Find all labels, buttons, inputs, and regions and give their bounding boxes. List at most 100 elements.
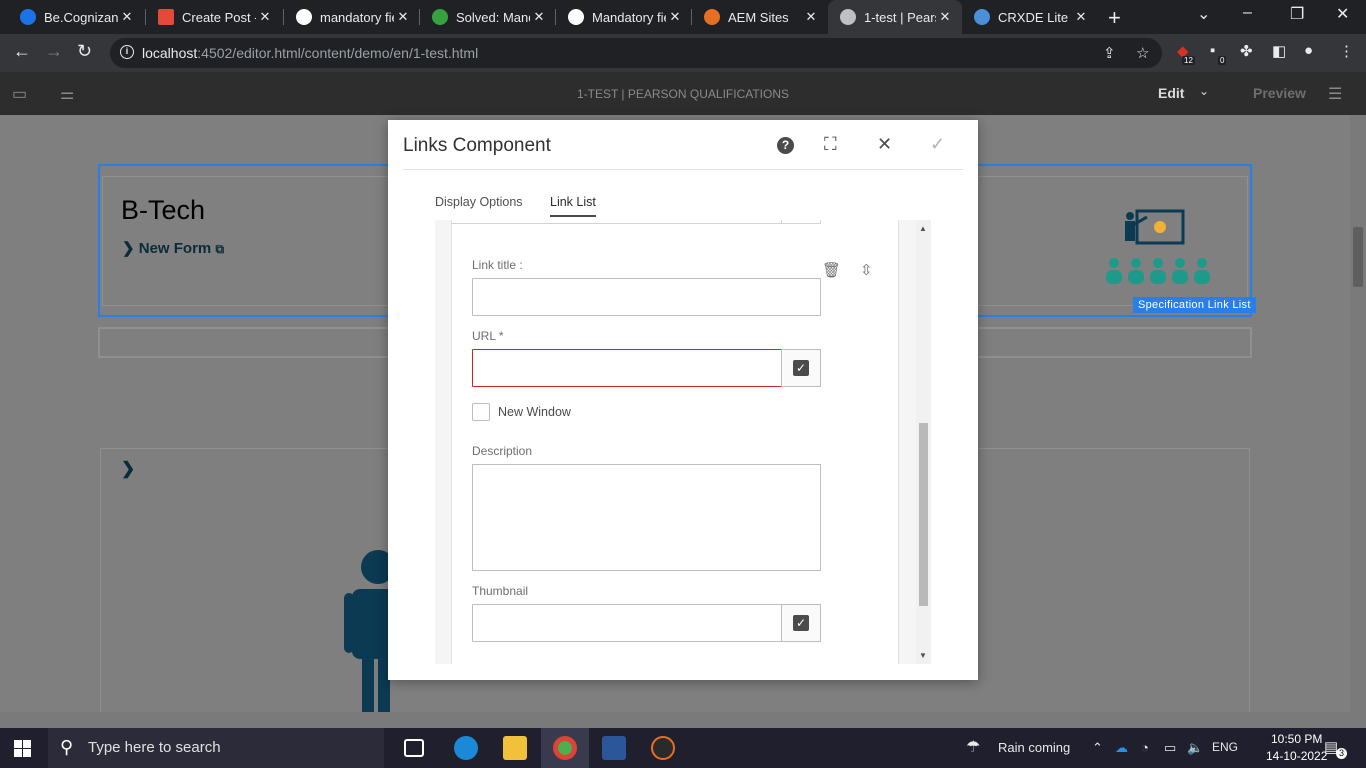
new-window-checkbox[interactable] [472,403,490,421]
chrome-menu-icon[interactable]: ⋮ [1339,42,1354,60]
community-favicon-icon [432,9,448,25]
browser-tab[interactable]: CRXDE Lite ✕ [962,0,1098,34]
adobe-favicon-icon [158,9,174,25]
forward-icon[interactable]: → [45,41,63,62]
tab-link-list[interactable]: Link List [550,195,596,217]
thumbnail-label: Thumbnail [472,584,529,598]
reload-icon[interactable]: ↻ [77,41,92,62]
chevron-right-icon: ❯ [121,459,136,478]
browser-toolbar: ← → ↻ i localhost:4502/editor.html/conte… [0,34,1366,72]
close-tab-icon[interactable]: ✕ [118,9,136,25]
annotate-icon[interactable]: ☰ [1328,84,1342,104]
link-title-label: Link title : [472,258,523,272]
page-heading: B-Tech [121,195,206,225]
search-icon: ⚲ [60,737,74,757]
share-icon[interactable]: ⇪ [1103,44,1116,62]
url-input[interactable] [472,349,782,387]
page-scrollbar[interactable] [1350,115,1366,712]
close-tab-icon[interactable]: ✕ [1072,9,1090,25]
done-check-icon[interactable]: ✓ [930,134,945,155]
back-icon[interactable]: ← [13,41,31,62]
language-indicator[interactable]: ENG [1212,740,1238,754]
description-textarea[interactable] [472,464,821,571]
globe-favicon-icon [840,9,856,25]
aem-app-icon[interactable] [651,736,675,760]
close-tab-icon[interactable]: ✕ [394,9,412,25]
onedrive-cloud-icon[interactable]: ☁ [1115,740,1128,756]
word-icon[interactable] [602,736,626,760]
edge-icon[interactable] [454,736,478,760]
reorder-handle-icon[interactable]: ⇳ [860,261,873,279]
minimize-icon[interactable]: – [1243,4,1252,22]
weather-umbrella-icon[interactable]: ☂ [966,737,980,757]
extension-icon[interactable]: ▪ [1210,42,1215,59]
thumbnail-picker-button[interactable]: ✓ [781,604,821,642]
battery-icon[interactable]: ▭ [1164,740,1176,756]
checkbox-icon: ✓ [793,360,809,376]
dialog-title: Links Component [403,135,551,156]
task-view-icon[interactable] [404,739,424,757]
extension-badge: 0 [1218,56,1227,65]
windows-taskbar: ⚲ Type here to search ☂ Rain coming ⌃ ☁ … [0,728,1366,768]
thumbnail-input[interactable] [472,604,782,642]
show-hidden-icons-icon[interactable]: ⌃ [1092,740,1103,756]
dialog-scrollbar[interactable]: ▲ ▼ [916,220,931,664]
chrome-icon[interactable] [553,736,577,760]
delete-icon[interactable]: 🗑 [822,261,841,279]
tab-search-icon[interactable]: ⌄ [1197,4,1210,24]
notification-count: 3 [1336,748,1347,759]
close-icon[interactable]: ✕ [877,134,892,155]
close-window-icon[interactable]: ✕ [1336,4,1349,24]
links-component-dialog: Links Component ? ⛶ ✕ ✓ Display Options … [388,120,978,680]
close-tab-icon[interactable]: ✕ [666,9,684,25]
weather-text[interactable]: Rain coming [998,740,1070,755]
fullscreen-icon[interactable]: ⛶ [824,134,837,155]
google-favicon-icon [296,9,312,25]
clock[interactable]: 10:50 PM 14-10-2022 [1266,731,1327,765]
close-tab-icon[interactable]: ✕ [936,9,954,25]
aem-editor-bar: ▭ ⚌ 1-TEST | PEARSON QUALIFICATIONS Edit… [0,72,1366,115]
close-tab-icon[interactable]: ✕ [802,9,820,25]
github-favicon-icon [568,9,584,25]
scroll-up-icon[interactable]: ▲ [919,224,927,233]
browser-tab[interactable]: Solved: Mand ✕ [420,0,556,34]
url-label: URL * [472,329,504,343]
profile-icon[interactable]: ● [1304,42,1313,59]
link-title-input[interactable] [472,278,821,316]
volume-icon[interactable]: 🔈 [1187,740,1203,756]
new-form-link[interactable]: ❯ New Form ⧉ [122,239,224,257]
help-icon[interactable]: ? [777,137,794,154]
extensions-puzzle-icon[interactable]: ✤ [1240,42,1253,60]
address-bar[interactable]: i localhost:4502/editor.html/content/dem… [110,38,1162,68]
browser-tab[interactable]: Create Post - ✕ [146,0,282,34]
new-window-label: New Window [498,405,571,419]
url-path: :4502/editor.html/content/demo/en/1-test… [197,45,479,61]
page-horizontal-scrollbar[interactable] [0,712,1366,728]
browser-tab-active[interactable]: 1-test | Pearso ✕ [828,0,962,34]
close-tab-icon[interactable]: ✕ [256,9,274,25]
url-picker-button[interactable]: ✓ [781,349,821,387]
preview-button[interactable]: Preview [1253,85,1306,101]
taskbar-search[interactable]: ⚲ Type here to search [48,728,384,768]
crxde-favicon-icon [974,9,990,25]
chevron-down-icon[interactable]: ⌄ [1199,84,1209,98]
site-info-icon[interactable]: i [120,45,134,59]
mode-selector[interactable]: Edit [1158,85,1184,101]
scroll-down-icon[interactable]: ▼ [919,651,927,660]
tab-display-options[interactable]: Display Options [435,195,523,209]
aem-favicon-icon [704,9,720,25]
dialog-body: 🗑 ⇳ Link title : URL * ✓ New Window Desc… [435,220,931,664]
file-explorer-icon[interactable] [503,736,527,760]
bookmark-star-icon[interactable]: ☆ [1136,44,1149,62]
restore-icon[interactable]: ❐ [1290,4,1304,24]
browser-tab[interactable]: mandatory fie ✕ [284,0,420,34]
side-panel-icon[interactable]: ◧ [1272,42,1286,60]
close-tab-icon[interactable]: ✕ [530,9,548,25]
new-tab-icon[interactable]: + [1108,5,1121,31]
network-icon[interactable]: ◔ [1141,740,1149,755]
browser-tab[interactable]: Be.Cognizant ✕ [8,0,144,34]
browser-tab[interactable]: Mandatory fie ✕ [556,0,692,34]
extension-badge: 12 [1182,56,1195,65]
windows-start-icon[interactable] [14,740,31,757]
browser-tab[interactable]: AEM Sites ✕ [692,0,828,34]
